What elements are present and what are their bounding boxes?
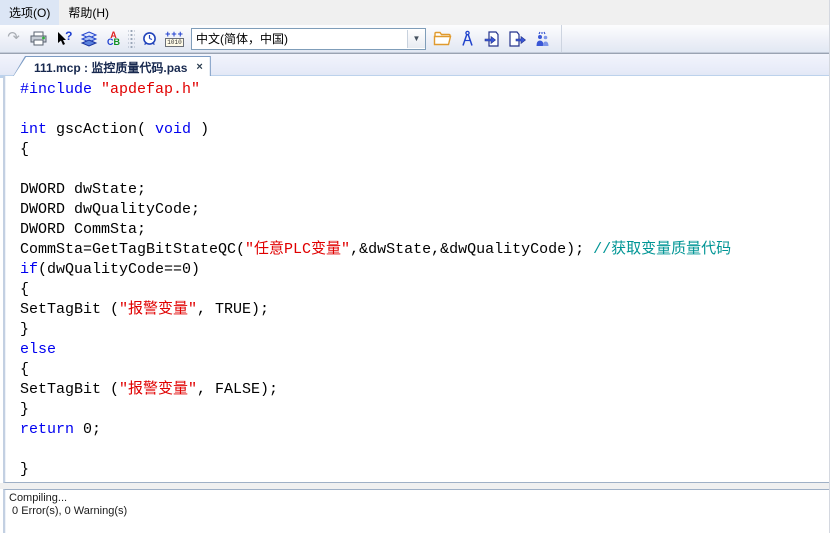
context-help-button[interactable]: ?: [51, 27, 76, 51]
layers-icon: [80, 31, 98, 47]
tag-values-icon: +++ 1010: [165, 31, 184, 47]
help-cursor-icon: ?: [56, 31, 72, 47]
rename-button[interactable]: A CB: [101, 27, 126, 51]
print-button[interactable]: [26, 27, 51, 51]
language-select-dropdown-button[interactable]: ▼: [407, 30, 425, 48]
code-line: CommSta=GetTagBitStateQC("任意PLC变量",&dwSt…: [20, 240, 829, 260]
layers-button[interactable]: [76, 27, 101, 51]
tab-label: 111.mcp : 监控质量代码.pas: [34, 59, 187, 76]
code-line: else: [20, 340, 829, 360]
chevron-down-icon: ▼: [413, 35, 421, 43]
code-line: {: [20, 360, 829, 380]
menu-item-options[interactable]: 选项(O): [0, 0, 59, 25]
timers-button[interactable]: [137, 27, 162, 51]
code-line: int gscAction( void ): [20, 120, 829, 140]
document-tab-bar: 111.mcp : 监控质量代码.pas ×: [0, 53, 829, 78]
code-line: DWORD dwQualityCode;: [20, 200, 829, 220]
code-line: #include "apdefap.h": [20, 80, 829, 100]
code-line: }: [20, 400, 829, 420]
language-select[interactable]: 中文(简体，中国) ▼: [191, 28, 426, 50]
tab-active-document[interactable]: 111.mcp : 监控质量代码.pas ×: [12, 56, 211, 78]
project-folder-button[interactable]: [430, 27, 455, 51]
compass-icon: [460, 30, 475, 47]
script-editor-window: { "menu": { "items": [ {"label": "选项(O)"…: [0, 0, 830, 533]
clock-icon: [141, 30, 158, 47]
code-line: SetTagBit ("报警变量", FALSE);: [20, 380, 829, 400]
code-line: SetTagBit ("报警变量", TRUE);: [20, 300, 829, 320]
import-icon: [484, 31, 502, 47]
redo-icon: ↷: [7, 30, 20, 45]
users-icon: [534, 31, 551, 47]
import-button[interactable]: [480, 27, 505, 51]
redo-button[interactable]: ↷: [1, 27, 26, 51]
code-line: }: [20, 320, 829, 340]
compile-button[interactable]: [455, 27, 480, 51]
code-line: {: [20, 280, 829, 300]
code-line: if(dwQualityCode==0): [20, 260, 829, 280]
language-select-value: 中文(简体，中国): [192, 30, 407, 47]
export-icon: [508, 31, 527, 47]
code-line: [20, 160, 829, 180]
output-status-line: Compiling...: [9, 492, 825, 505]
compiler-output-pane: Compiling... 0 Error(s), 0 Warning(s): [3, 489, 829, 533]
output-result-line: 0 Error(s), 0 Warning(s): [9, 505, 825, 518]
toolbar: ↷ ?: [0, 25, 829, 53]
print-icon: [30, 31, 47, 46]
users-button[interactable]: [530, 27, 555, 51]
code-line: }: [20, 460, 829, 480]
code-line: return 0;: [20, 420, 829, 440]
menu-item-help[interactable]: 帮助(H): [59, 0, 118, 25]
code-line: DWORD dwState;: [20, 180, 829, 200]
code-line: [20, 100, 829, 120]
export-button[interactable]: [505, 27, 530, 51]
folder-icon: [433, 31, 452, 46]
code-line: {: [20, 140, 829, 160]
toolbar-group: ↷ ?: [1, 25, 562, 52]
toolbar-grip-separator: [128, 30, 135, 48]
rename-letters-icon: A CB: [107, 32, 120, 46]
code-line: [20, 440, 829, 460]
tab-close-icon[interactable]: ×: [196, 61, 202, 73]
code-area[interactable]: #include "apdefap.h" int gscAction( void…: [3, 76, 829, 483]
code-line: DWORD CommSta;: [20, 220, 829, 240]
menu-bar: 选项(O) 帮助(H): [0, 0, 829, 25]
tag-values-button[interactable]: +++ 1010: [162, 27, 187, 51]
